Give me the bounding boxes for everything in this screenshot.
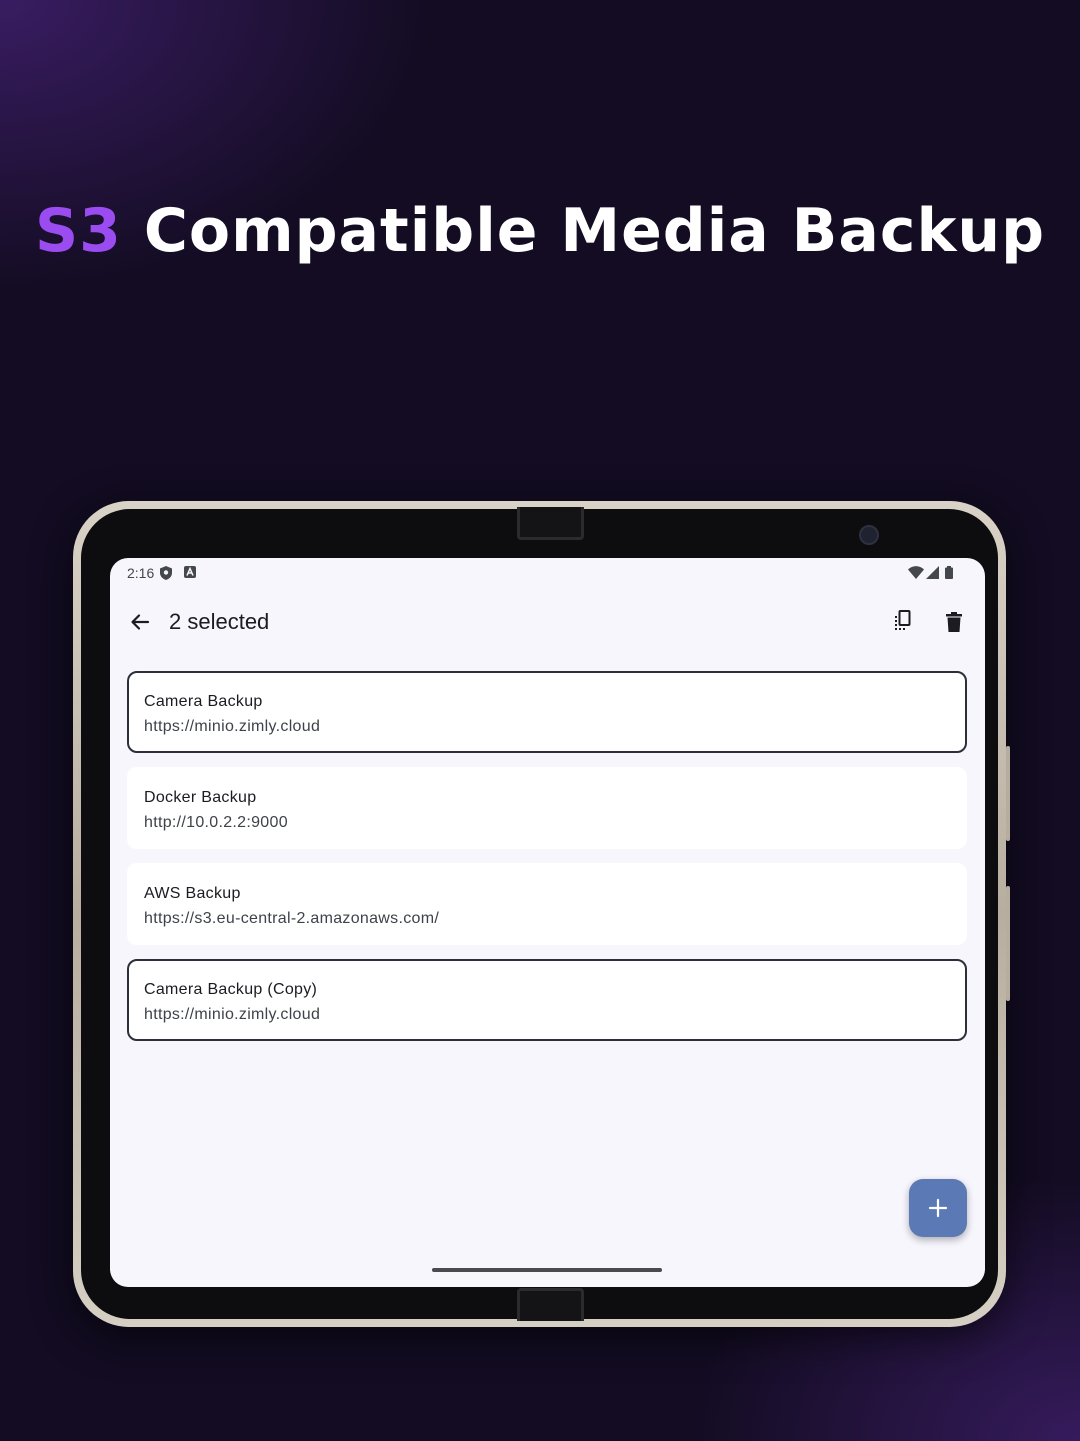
backup-card-docker-backup[interactable]: Docker Backup http://10.0.2.2:9000 xyxy=(127,767,967,849)
front-camera xyxy=(859,525,879,545)
signal-icon xyxy=(926,566,939,579)
battery-icon xyxy=(945,566,953,579)
backup-name: Camera Backup xyxy=(144,693,263,710)
status-bar: 2:16 xyxy=(110,558,985,588)
device-bezel: 2:16 2 selected Camera Backup https://mi… xyxy=(81,507,998,1321)
backup-card-camera-backup[interactable]: Camera Backup https://minio.zimly.cloud xyxy=(127,671,967,753)
arrow-back-icon[interactable] xyxy=(124,606,156,638)
backup-name: AWS Backup xyxy=(144,885,241,902)
hinge-top xyxy=(517,507,584,540)
backup-name: Docker Backup xyxy=(144,789,257,806)
shield-icon xyxy=(160,566,172,580)
backup-card-aws-backup[interactable]: AWS Backup https://s3.eu-central-2.amazo… xyxy=(127,863,967,945)
power-button xyxy=(1006,886,1010,1001)
backup-url: https://s3.eu-central-2.amazonaws.com/ xyxy=(144,910,440,927)
backup-url: https://minio.zimly.cloud xyxy=(144,718,321,735)
app-screen: 2:16 2 selected Camera Backup https://mi… xyxy=(110,558,985,1287)
volume-button xyxy=(1006,746,1010,841)
top-app-bar: 2 selected xyxy=(110,598,985,646)
notification-icon xyxy=(184,566,196,578)
add-icon xyxy=(928,1198,948,1218)
add-backup-button[interactable] xyxy=(909,1179,967,1237)
backup-name: Camera Backup (Copy) xyxy=(144,981,318,998)
wifi-icon xyxy=(908,566,924,579)
delete-icon[interactable] xyxy=(938,606,970,638)
headline-accent: S3 xyxy=(34,196,122,266)
page-title: 2 selected xyxy=(169,609,270,634)
gesture-nav-handle[interactable] xyxy=(432,1268,662,1272)
backup-card-camera-backup-copy[interactable]: Camera Backup (Copy) https://minio.zimly… xyxy=(127,959,967,1041)
backup-url: http://10.0.2.2:9000 xyxy=(144,814,288,831)
headline: S3 Compatible Media Backup xyxy=(0,196,1080,266)
copy-icon[interactable] xyxy=(888,606,920,638)
backup-url: https://minio.zimly.cloud xyxy=(144,1006,321,1023)
status-time: 2:16 xyxy=(127,565,155,581)
foldable-device-frame: 2:16 2 selected Camera Backup https://mi… xyxy=(73,501,1010,1327)
hinge-bottom xyxy=(517,1288,584,1321)
headline-text: Compatible Media Backup xyxy=(143,196,1046,266)
